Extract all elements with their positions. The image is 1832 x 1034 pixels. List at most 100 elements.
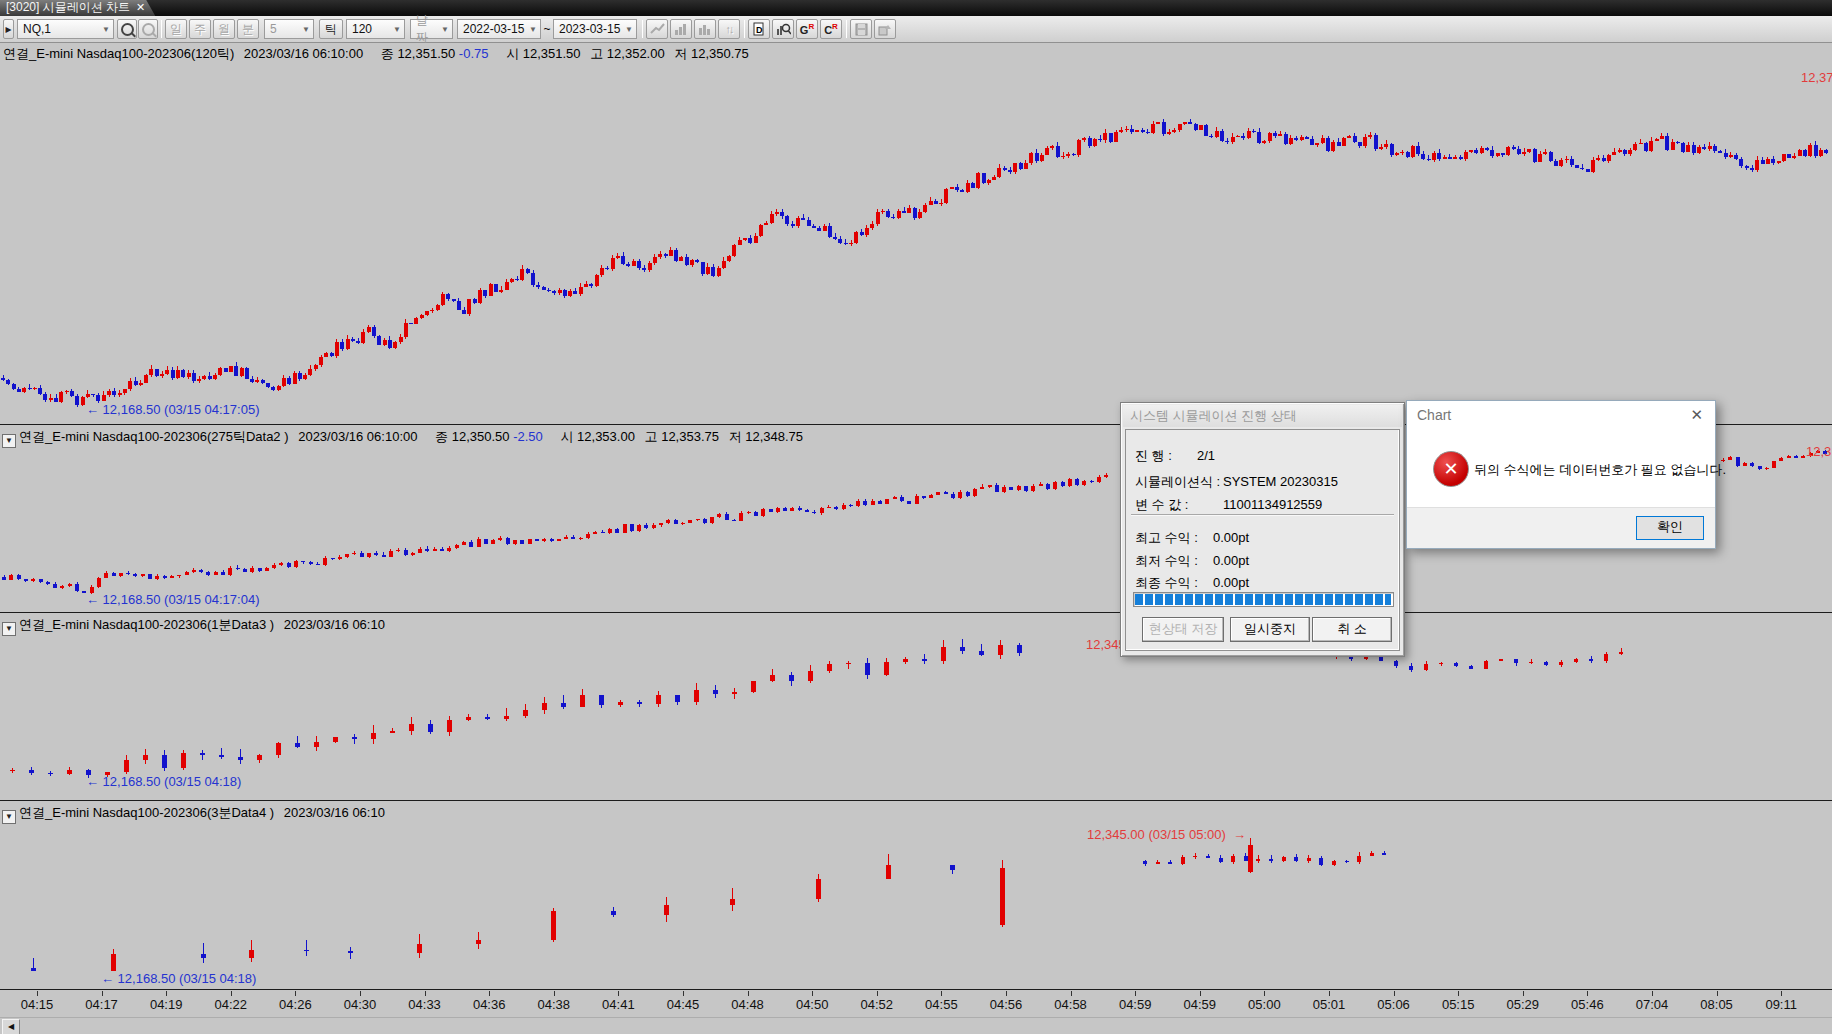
axis-tick <box>877 991 878 996</box>
save-button[interactable] <box>850 19 872 39</box>
indicator-c-button[interactable]: CR <box>820 19 842 39</box>
zoom-out-button[interactable] <box>138 19 158 39</box>
axis-tick <box>1329 991 1330 996</box>
axis-label: 04:26 <box>279 997 312 1012</box>
axis-tick <box>231 991 232 996</box>
axis-tick <box>360 991 361 996</box>
axis-label: 08:05 <box>1700 997 1733 1012</box>
tab-bar: [3020] 시뮬레이션 차트 ✕ <box>0 0 1832 16</box>
bar-chart-signal-button[interactable] <box>670 19 692 39</box>
date-range-tilde: ~ <box>543 19 551 39</box>
start-date-select[interactable]: 2022-03-15▼ <box>457 19 541 39</box>
end-date-select[interactable]: 2023-03-15▼ <box>553 19 637 39</box>
progress-bar <box>1133 592 1394 607</box>
collapse-icon[interactable]: ▼ <box>2 622 16 636</box>
toolbar-separator <box>744 20 745 38</box>
dialog-field: 최저 수익 :0.00pt <box>1135 552 1249 570</box>
panel-divider[interactable] <box>0 612 1832 613</box>
axis-tick <box>1458 991 1459 996</box>
axis-tick <box>941 991 942 996</box>
axis-tick <box>1135 991 1136 996</box>
updown-arrows-button[interactable]: ↑↓ <box>718 19 740 39</box>
axis-tick <box>37 991 38 996</box>
progress-bar-fill <box>1135 594 1391 605</box>
error-icon: ✕ <box>1433 451 1469 487</box>
toolbar-separator <box>642 20 643 38</box>
scrollbar-track[interactable]: ◀ <box>0 1017 1832 1034</box>
axis-tick <box>1394 991 1395 996</box>
collapse-icon[interactable]: ▼ <box>2 434 16 448</box>
indicator-g-button[interactable]: GR <box>796 19 818 39</box>
dialog-separator <box>1131 514 1394 516</box>
minute-interval-select[interactable]: 5▼ <box>264 19 314 39</box>
panel2-low-label: ← 12,168.50 (03/15 04:17:04) <box>86 592 259 607</box>
toolbar-separator <box>161 20 162 38</box>
ok-button[interactable]: 확인 <box>1636 516 1704 540</box>
panel4-high-arrow: → <box>1233 827 1246 842</box>
axis-label: 04:56 <box>990 997 1023 1012</box>
panel-divider[interactable] <box>0 800 1832 801</box>
axis-tick <box>1781 991 1782 996</box>
time-axis: 04:1504:1704:1904:2204:2604:3004:3304:36… <box>0 990 1832 1016</box>
axis-label: 05:15 <box>1442 997 1475 1012</box>
line-chart-button[interactable] <box>646 19 668 39</box>
axis-label: 04:36 <box>473 997 506 1012</box>
panel2-header: ▼연결_E-mini Nasdaq100-202306(275틱Data2 ) … <box>2 428 803 448</box>
date-mode-select[interactable]: 날짜▼ <box>410 19 453 39</box>
dialog-footer: 확인 <box>1407 507 1715 548</box>
dialog-button-일시중지[interactable]: 일시중지 <box>1230 617 1310 642</box>
export-button[interactable] <box>874 19 896 39</box>
tab-simulation-chart[interactable]: [3020] 시뮬레이션 차트 ✕ <box>0 0 155 16</box>
period-week-button[interactable]: 주 <box>189 19 211 39</box>
dialog-field: 진 행 :2/1 <box>1135 447 1215 465</box>
bar-chart-button[interactable] <box>694 19 716 39</box>
panel2-price-label: 12,3 <box>1806 444 1831 459</box>
panel1-low-label: ← 12,168.50 (03/15 04:17:05) <box>86 402 259 417</box>
collapse-icon[interactable]: ▼ <box>2 810 16 824</box>
period-day-button[interactable]: 일 <box>165 19 187 39</box>
axis-label: 04:33 <box>408 997 441 1012</box>
axis-tick <box>1587 991 1588 996</box>
tab-close-icon[interactable]: ✕ <box>136 1 145 13</box>
axis-label: 04:48 <box>731 997 764 1012</box>
tab-title: [3020] 시뮬레이션 차트 <box>6 0 130 14</box>
panel3-low-label: ← 12,168.50 (03/15 04:18) <box>86 774 241 789</box>
axis-tick <box>1071 991 1072 996</box>
period-month-button[interactable]: 월 <box>213 19 235 39</box>
axis-label: 04:52 <box>861 997 894 1012</box>
axis-tick <box>683 991 684 996</box>
dialog-field: 최고 수익 :0.00pt <box>1135 529 1249 547</box>
chart-search-button[interactable] <box>772 19 794 39</box>
axis-tick <box>166 991 167 996</box>
axis-tick <box>295 991 296 996</box>
axis-label: 04:50 <box>796 997 829 1012</box>
axis-tick <box>1523 991 1524 996</box>
dialog-button-현상태저장[interactable]: 현상태 저장 <box>1142 617 1224 642</box>
chart-error-dialog: Chart ✕ ✕ 뒤의 수식에는 데이터번호가 필요 없습니다. 확인 <box>1406 400 1716 549</box>
axis-label: 07:04 <box>1636 997 1669 1012</box>
axis-label: 09:11 <box>1765 997 1797 1012</box>
tick-button[interactable]: 틱 <box>319 19 343 39</box>
panel4-header: ▼연결_E-mini Nasdaq100-202306(3분Data4 ) 20… <box>2 804 385 824</box>
axis-label: 05:06 <box>1377 997 1410 1012</box>
axis-tick <box>1200 991 1201 996</box>
dialog-title[interactable]: 시스템 시뮬레이션 진행 상태 <box>1123 405 1402 427</box>
tick-interval-select[interactable]: 120▼ <box>346 19 405 39</box>
scroll-left-button[interactable]: ◀ <box>2 1019 20 1034</box>
panel3-header: ▼연결_E-mini Nasdaq100-202306(1분Data3 ) 20… <box>2 616 385 636</box>
axis-label: 05:46 <box>1571 997 1604 1012</box>
data-window-button[interactable]: D <box>748 19 770 39</box>
dialog-button-취소[interactable]: 취 소 <box>1312 617 1392 642</box>
close-icon[interactable]: ✕ <box>1690 406 1703 424</box>
axis-label: 04:59 <box>1119 997 1152 1012</box>
axis-tick <box>748 991 749 996</box>
dialog-field: 최종 수익 :0.00pt <box>1135 574 1249 592</box>
axis-label: 04:59 <box>1184 997 1217 1012</box>
axis-label: 05:29 <box>1507 997 1540 1012</box>
chart-number-select[interactable]: NQ,1▼ <box>17 19 114 39</box>
period-minute-button[interactable]: 분 <box>237 19 259 39</box>
pane-splitter-arrow[interactable]: ▸ <box>3 19 14 39</box>
zoom-in-button[interactable] <box>117 19 137 39</box>
axis-label: 05:00 <box>1248 997 1281 1012</box>
axis-tick <box>102 991 103 996</box>
